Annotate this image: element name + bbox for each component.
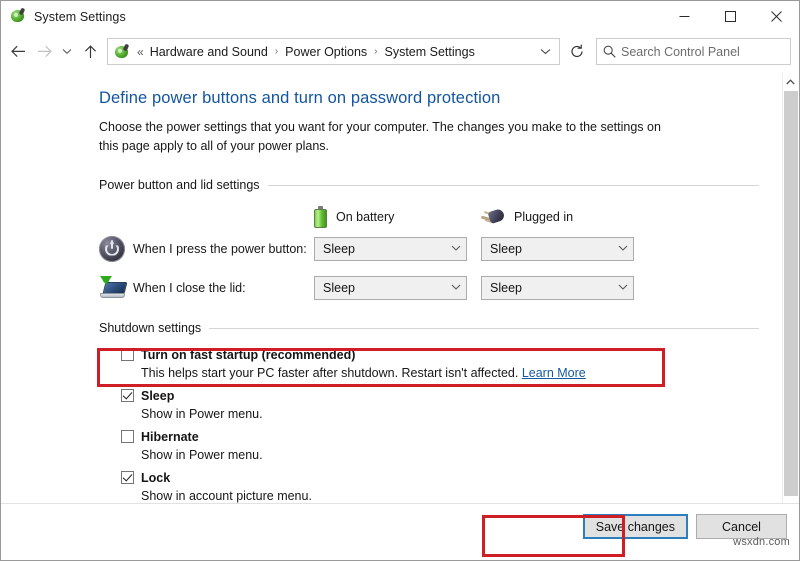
page-title: Define power buttons and turn on passwor… xyxy=(99,89,759,108)
power-button-lid-group: Power button and lid settings On battery xyxy=(99,178,759,307)
scroll-up-button[interactable] xyxy=(783,73,798,90)
checkbox-row-fast-startup[interactable]: Turn on fast startup (recommended) xyxy=(121,346,759,363)
breadcrumb-item-hardware-and-sound[interactable]: Hardware and Sound xyxy=(149,43,269,61)
vertical-scrollbar[interactable] xyxy=(782,73,798,550)
hibernate-description: Show in Power menu. xyxy=(121,448,759,462)
close-lid-on-battery-select[interactable]: Sleep xyxy=(314,276,467,300)
forward-button[interactable] xyxy=(31,38,57,66)
power-button-on-battery-select[interactable]: Sleep xyxy=(314,237,467,261)
control-panel-power-icon xyxy=(10,8,27,25)
navigation-bar: « Hardware and Sound › Power Options › S… xyxy=(1,32,799,71)
laptop-lid-icon xyxy=(99,276,133,300)
search-icon xyxy=(597,45,621,58)
sleep-label: Sleep xyxy=(141,389,174,403)
minimize-button[interactable] xyxy=(661,1,707,32)
select-value: Sleep xyxy=(315,242,446,256)
column-on-battery-label: On battery xyxy=(336,210,394,224)
page-description: Choose the power settings that you want … xyxy=(99,118,674,156)
recent-locations-button[interactable] xyxy=(57,38,77,66)
setting-row-close-lid: When I close the lid: Sleep Sleep xyxy=(99,268,759,307)
lock-description: Show in account picture menu. xyxy=(121,489,759,503)
shutdown-group-heading-label: Shutdown settings xyxy=(99,321,201,335)
refresh-button[interactable] xyxy=(562,38,592,65)
sleep-checkbox[interactable] xyxy=(121,389,134,402)
search-box[interactable] xyxy=(596,38,791,65)
settings-page: Define power buttons and turn on passwor… xyxy=(1,71,781,552)
setting-row-power-button: When I press the power button: Sleep Sle… xyxy=(99,229,759,268)
breadcrumb-separator-icon: › xyxy=(374,46,377,57)
close-lid-plugged-in-select[interactable]: Sleep xyxy=(481,276,634,300)
select-value: Sleep xyxy=(315,281,446,295)
fast-startup-description: This helps start your PC faster after sh… xyxy=(121,366,759,380)
save-changes-button[interactable]: Save changes xyxy=(583,514,688,539)
chevron-down-icon xyxy=(613,282,633,293)
footer-bar: Save changes Cancel wsxdn.com xyxy=(1,503,799,552)
lock-checkbox[interactable] xyxy=(121,471,134,484)
power-button-icon xyxy=(99,236,133,262)
checkbox-row-sleep[interactable]: Sleep xyxy=(121,387,759,404)
chevron-down-icon xyxy=(446,243,466,254)
shutdown-group-heading: Shutdown settings xyxy=(99,321,759,335)
breadcrumb-item-power-options[interactable]: Power Options xyxy=(284,43,368,61)
address-bar[interactable]: « Hardware and Sound › Power Options › S… xyxy=(107,38,560,65)
power-group-heading: Power button and lid settings xyxy=(99,178,759,192)
shutdown-settings-group: Shutdown settings Turn on fast startup (… xyxy=(99,321,759,503)
select-value: Sleep xyxy=(482,281,613,295)
breadcrumb-overflow-icon[interactable]: « xyxy=(137,45,144,59)
power-plug-icon xyxy=(481,208,505,226)
power-button-plugged-in-select[interactable]: Sleep xyxy=(481,237,634,261)
column-on-battery: On battery xyxy=(314,206,481,228)
lock-label: Lock xyxy=(141,471,170,485)
checkbox-row-hibernate[interactable]: Hibernate xyxy=(121,428,759,445)
system-settings-window: System Settings xyxy=(0,0,800,561)
window-title: System Settings xyxy=(34,10,126,24)
watermark: wsxdn.com xyxy=(733,536,790,548)
group-divider xyxy=(209,328,759,329)
breadcrumb-item-system-settings[interactable]: System Settings xyxy=(384,43,476,61)
chevron-down-icon[interactable] xyxy=(540,46,551,58)
chevron-down-icon xyxy=(446,282,466,293)
chevron-down-icon xyxy=(613,243,633,254)
search-input[interactable] xyxy=(621,45,790,59)
maximize-button[interactable] xyxy=(707,1,753,32)
column-headers: On battery Plugged in xyxy=(99,205,759,229)
fast-startup-label: Turn on fast startup (recommended) xyxy=(141,348,355,362)
breadcrumb-separator-icon: › xyxy=(275,46,278,57)
power-group-heading-label: Power button and lid settings xyxy=(99,178,260,192)
window-controls xyxy=(661,1,799,32)
sleep-description: Show in Power menu. xyxy=(121,407,759,421)
column-plugged-in-label: Plugged in xyxy=(514,210,573,224)
title-bar: System Settings xyxy=(1,1,799,32)
group-divider xyxy=(268,185,759,186)
select-value: Sleep xyxy=(482,242,613,256)
power-button-row-label: When I press the power button: xyxy=(133,242,314,256)
shutdown-options-list: Turn on fast startup (recommended) This … xyxy=(99,346,759,503)
checkbox-row-lock[interactable]: Lock xyxy=(121,469,759,486)
column-plugged-in: Plugged in xyxy=(481,208,648,226)
battery-icon xyxy=(314,206,327,228)
fast-startup-description-text: This helps start your PC faster after sh… xyxy=(141,366,518,380)
back-button[interactable] xyxy=(5,38,31,66)
close-button[interactable] xyxy=(753,1,799,32)
up-button[interactable] xyxy=(77,38,103,66)
learn-more-link[interactable]: Learn More xyxy=(522,366,586,380)
hibernate-label: Hibernate xyxy=(141,430,199,444)
fast-startup-checkbox[interactable] xyxy=(121,348,134,361)
close-lid-row-label: When I close the lid: xyxy=(133,281,314,295)
content-area: Define power buttons and turn on passwor… xyxy=(1,71,799,552)
hibernate-checkbox[interactable] xyxy=(121,430,134,443)
address-control-panel-icon xyxy=(114,44,130,60)
scrollbar-thumb[interactable] xyxy=(784,91,798,496)
